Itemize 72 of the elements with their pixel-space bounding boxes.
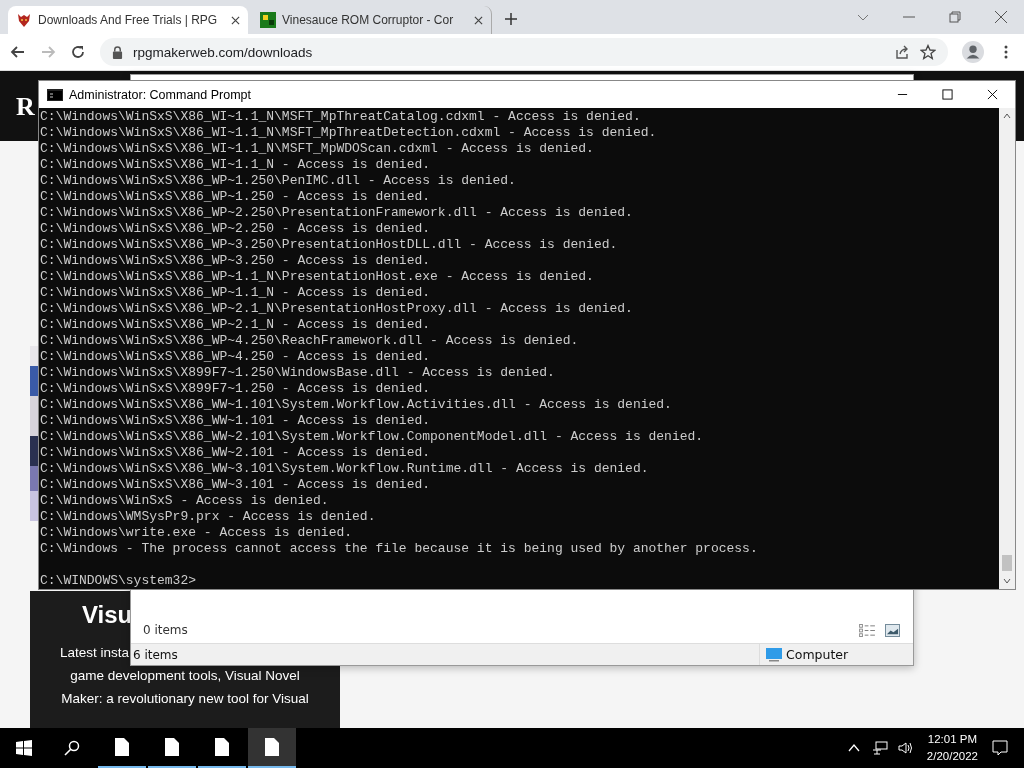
console-line: C:\Windows\WinSxS\X86_WP~4.250\ReachFramework.dll - Access is denied. [40,333,580,349]
console-line: C:\Windows\WinSxS\X86_WI~1.1_N\MSFT_MpThreatCatalog.cdxml - Access is denied. [40,109,642,125]
search-icon[interactable] [64,740,80,756]
window-title: Administrator: Command Prompt [69,87,251,102]
console-line: C:\Windows\WinSxS\X86_WP~1.1_N\PresentationHost.exe - Access is denied. [40,269,595,285]
console-line: C:\Windows\WinSxS\X86_WW~3.101 - Access is denied. [40,477,432,493]
console-line: C:\Windows\WMSysPr9.prx - Access is denied. [40,509,377,525]
console-line: C:\Windows\WinSxS\X86_WP~2.250 - Access is denied. [40,221,432,237]
console-line: C:\Windows\WinSxS\X86_WP~3.250\PresentationHostDLL.dll - Access is denied. [40,237,619,253]
clock-date[interactable]: 2/20/2022 [926,748,978,765]
console-line: C:\Windows\WinSxS\X86_WW~3.101\System.Workflow.Runtime.dll - Access is denied. [40,461,650,477]
file-icon [115,738,129,756]
console-line: C:\Windows\write.exe - Access is denied. [40,525,354,541]
console-line: C:\Windows\WinSxS\X86_WW~1.101 - Access is denied. [40,413,432,429]
promo-heading: Visu [82,601,133,629]
lock-icon [112,45,123,59]
promo-text: Latest insta [60,644,130,662]
console-icon [47,88,63,101]
console-line: C:\Windows\WinSxS\X86_WW~2.101\System.Workflow.ComponentModel.dll - Access is denied. [40,429,705,445]
file-icon [165,738,179,756]
console-line: C:\Windows\WinSxS\X86_WI~1.1_N\MSFT_MpWDOScan.cdxml - Access is denied. [40,141,595,157]
file-icon [265,738,279,756]
close-icon[interactable] [474,15,483,25]
status-count: 6 items [132,647,179,662]
computer-icon [766,647,782,662]
restore-icon[interactable] [948,10,962,24]
scroll-thumb[interactable] [1002,555,1012,571]
console-line: C:\Windows\WinSxS\X86_WW~2.101 - Access is denied. [40,445,432,461]
details-view-icon[interactable] [859,624,876,637]
site-logo[interactable]: R [16,93,35,121]
new-tab-icon[interactable] [504,12,518,26]
console-line: C:\Windows\WinSxS\X899F7~1.250 - Access is denied. [40,381,432,397]
console-line: C:\Windows\WinSxS\X86_WP~1.1_N - Access is denied. [40,285,432,301]
console-line: C:\Windows\WinSxS\X86_WI~1.1_N\MSFT_MpThreatDetection.cdxml - Access is denied. [40,125,658,141]
network-icon[interactable] [871,741,888,755]
share-icon[interactable] [894,44,910,60]
console-line: C:\Windows\WinSxS\X899F7~1.250\WindowsBase.dll - Access is denied. [40,365,556,381]
address-bar[interactable]: rpgmakerweb.com/downloads [100,38,948,66]
promo-text: game development tools, Visual Novel [70,667,300,685]
browser-tab[interactable]: Downloads And Free Trials | RPG [8,6,248,34]
console-line: C:\Windows - The process cannot access the file because it is being used by another process. [40,541,759,557]
pixel-icon [260,12,276,28]
close-icon[interactable] [987,89,998,100]
clock-time[interactable]: 12:01 PM [927,731,978,748]
notifications-icon[interactable] [992,740,1008,756]
file-icon [215,738,229,756]
command-prompt[interactable]: C:\WINDOWS\system32> [40,573,999,589]
reload-icon[interactable] [70,44,86,60]
console-line: C:\Windows\WinSxS\X86_WW~1.101\System.Workflow.Activities.dll - Access is denied. [40,397,673,413]
console-line: C:\Windows\WinSxS\X86_WP~2.1_N\PresentationHostProxy.dll - Access is denied. [40,301,634,317]
taskbar-app[interactable] [248,728,296,768]
close-icon[interactable] [231,15,240,25]
console-line: C:\Windows\WinSxS\X86_WP~1.250 - Access is denied. [40,189,432,205]
console-line: C:\Windows\WinSxS\X86_WP~4.250 - Access is denied. [40,349,432,365]
console-line: C:\Windows\WinSxS - Access is denied. [40,493,330,509]
location-label: Computer [786,647,849,662]
profile-icon[interactable] [962,41,984,63]
scroll-down-icon[interactable] [1002,576,1012,586]
console-line: C:\Windows\WinSxS\X86_WI~1.1_N - Access is denied. [40,157,432,173]
console-line: C:\Windows\WinSxS\X86_WP~2.1_N - Access is denied. [40,317,432,333]
windows-icon[interactable] [16,740,32,756]
star-icon[interactable] [920,44,936,60]
large-icons-view-icon[interactable] [884,624,901,637]
scroll-up-icon[interactable] [1002,111,1012,121]
back-icon[interactable] [10,44,26,60]
console-line: C:\Windows\WinSxS\X86_WP~1.250\PenIMC.dll - Access is denied. [40,173,517,189]
console-line: C:\Windows\WinSxS\X86_WP~3.250 - Access is denied. [40,253,432,269]
console-line: C:\Windows\WinSxS\X86_WP~2.250\PresentationFramework.dll - Access is denied. [40,205,634,221]
volume-icon[interactable] [897,741,914,755]
promo-text: Maker: a revolutionary new tool for Visual [61,690,309,708]
item-count: 0 items [143,623,189,637]
maximize-icon[interactable] [942,89,953,100]
